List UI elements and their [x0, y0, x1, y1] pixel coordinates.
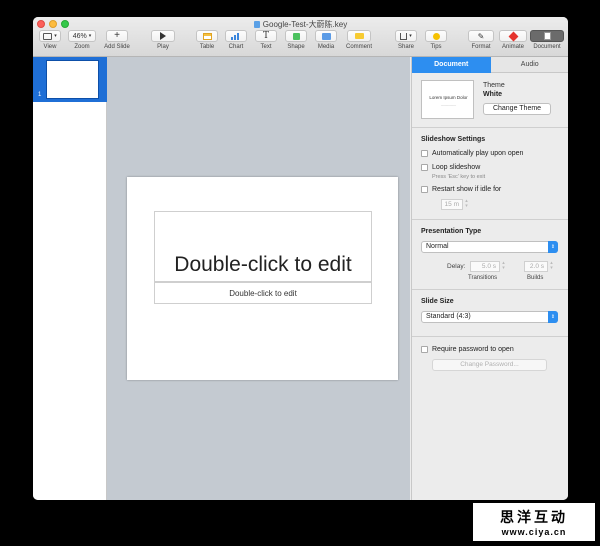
inspector-tabs: Document Audio	[412, 57, 568, 73]
loop-option[interactable]: Loop slideshow	[421, 164, 480, 171]
slide-body-text: Double-click to edit	[229, 288, 297, 298]
presentation-type-select[interactable]: Normal ⇕	[421, 241, 558, 253]
slideshow-settings-heading: Slideshow Settings	[421, 136, 486, 143]
play-button[interactable]: Play	[150, 30, 176, 55]
require-password-option[interactable]: Require password to open	[421, 346, 514, 353]
divider	[412, 127, 568, 128]
keynote-file-icon	[253, 21, 260, 28]
restart-option[interactable]: Restart show if idle for	[421, 186, 501, 193]
divider	[412, 219, 568, 220]
change-theme-button[interactable]: Change Theme	[483, 103, 551, 115]
transitions-delay-field[interactable]: 5.0 s	[470, 261, 500, 272]
play-icon	[160, 32, 166, 40]
idle-time-field[interactable]: 15 m	[441, 199, 463, 210]
table-icon	[202, 32, 212, 40]
media-icon	[321, 32, 331, 40]
chevron-down-icon: ▾	[409, 33, 412, 39]
chevron-down-icon: ▾	[88, 33, 92, 39]
autoplay-checkbox[interactable]	[421, 150, 428, 157]
divider	[412, 336, 568, 337]
table-button[interactable]: Table	[195, 30, 219, 55]
restart-checkbox[interactable]	[421, 186, 428, 193]
media-button[interactable]: Media	[314, 30, 338, 55]
comment-button[interactable]: Comment	[343, 30, 375, 55]
transitions-caption: Transitions	[468, 275, 498, 281]
slide[interactable]: Double-click to edit Double-click to edi…	[127, 177, 398, 380]
require-password-checkbox[interactable]	[421, 346, 428, 353]
builds-delay-stepper[interactable]: ▴ ▾	[549, 261, 554, 272]
chart-button[interactable]: Chart	[224, 30, 248, 55]
slide-size-select[interactable]: Standard (4:3) ⇕	[421, 311, 558, 323]
comment-icon	[354, 33, 364, 39]
presentation-type-heading: Presentation Type	[421, 228, 482, 235]
slide-size-heading: Slide Size	[421, 298, 454, 305]
transitions-delay-stepper[interactable]: ▴ ▾	[501, 261, 506, 272]
watermark-logo: 思洋互动 www.ciya.cn	[473, 503, 595, 541]
animate-icon	[508, 31, 518, 41]
slide-canvas: Double-click to edit Double-click to edi…	[107, 57, 410, 500]
chevron-down-icon: ▾	[54, 33, 57, 39]
text-button[interactable]: T Text	[254, 30, 278, 55]
autoplay-option[interactable]: Automatically play upon open	[421, 150, 523, 157]
document-inspector: Document Audio Lorem Ipsum Dolor _______…	[411, 57, 568, 500]
shape-button[interactable]: Shape	[284, 30, 308, 55]
document-button[interactable]: Document	[529, 30, 565, 55]
tips-icon	[432, 32, 440, 40]
tab-audio[interactable]: Audio	[490, 57, 568, 73]
slide-thumbnail[interactable]	[46, 60, 99, 99]
loop-hint: Press 'Esc' key to exit	[432, 174, 486, 180]
builds-caption: Builds	[527, 275, 544, 281]
toolbar: Google-Test-大蔚陈.key ▾ View 46% ▾ Zoom + A…	[33, 17, 568, 57]
slide-title-text: Double-click to edit	[174, 253, 352, 276]
select-arrows-icon: ⇕	[548, 311, 558, 323]
paintbrush-icon: ✎	[477, 31, 485, 41]
window-title: Google-Test-大蔚陈.key	[33, 19, 568, 30]
zoom-button[interactable]: 46% ▾ Zoom	[67, 30, 97, 55]
slide-thumbnail-row[interactable]: 1	[33, 57, 107, 102]
slide-number: 1	[38, 92, 42, 98]
text-icon: T	[262, 31, 269, 41]
add-slide-button[interactable]: + Add Slide	[101, 30, 133, 55]
change-password-button[interactable]: Change Password...	[432, 359, 547, 371]
body-placeholder[interactable]: Double-click to edit	[154, 282, 372, 304]
theme-preview: Lorem Ipsum Dolor _________	[421, 80, 474, 119]
title-placeholder[interactable]: Double-click to edit	[154, 211, 372, 282]
idle-time-stepper[interactable]: ▴ ▾	[464, 199, 469, 210]
plus-icon: +	[114, 30, 120, 41]
tab-document[interactable]: Document	[412, 57, 491, 73]
format-button[interactable]: ✎ Format	[466, 30, 496, 55]
theme-label: Theme	[483, 82, 505, 89]
animate-button[interactable]: Animate	[497, 30, 529, 55]
share-button[interactable]: ▾ Share	[393, 30, 419, 55]
divider	[412, 289, 568, 290]
chart-icon	[231, 32, 241, 40]
select-arrows-icon: ⇕	[548, 241, 558, 253]
view-icon	[43, 32, 53, 40]
document-icon	[543, 32, 551, 40]
delay-label: Delay:	[447, 263, 466, 270]
keynote-window: Google-Test-大蔚陈.key ▾ View 46% ▾ Zoom + A…	[33, 17, 568, 500]
theme-name: White	[483, 91, 503, 98]
loop-checkbox[interactable]	[421, 164, 428, 171]
shape-icon	[292, 32, 300, 40]
share-icon	[400, 32, 408, 40]
builds-delay-field[interactable]: 2.0 s	[524, 261, 548, 272]
view-button[interactable]: ▾ View	[37, 30, 63, 55]
tips-button[interactable]: Tips	[424, 30, 448, 55]
slide-navigator: 1	[33, 57, 107, 500]
